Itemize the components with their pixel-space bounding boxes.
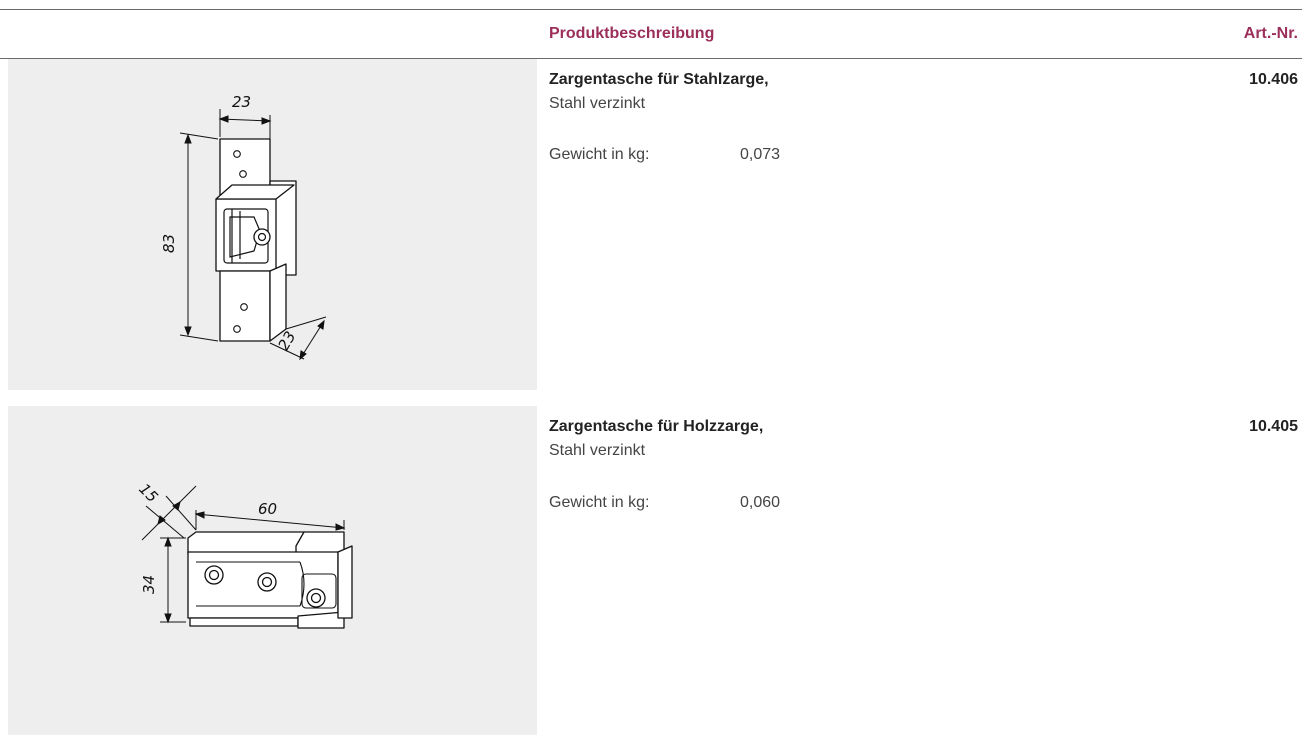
product-page: Produktbeschreibung Art.-Nr. 23 83 23 Za… <box>0 0 1302 735</box>
column-header-article-number: Art.-Nr. <box>1243 25 1298 42</box>
product-row-wood-frame: 60 34 15 Zargentasche für Holzzarge, Sta… <box>0 406 1302 735</box>
product-material: Stahl verzinkt <box>549 442 646 459</box>
product-title: Zargentasche für Holzzarge, <box>549 418 764 435</box>
dimension-length: 60 <box>258 500 277 518</box>
article-number: 10.405 <box>1249 418 1298 435</box>
dimension-width-top: 23 <box>232 93 251 111</box>
product-material: Stahl verzinkt <box>549 95 646 112</box>
dimension-height: 83 <box>160 234 178 253</box>
product-image-panel: 60 34 15 <box>8 406 537 735</box>
steel-frame-pocket-drawing-icon: 23 83 23 <box>160 93 327 361</box>
product-image-panel: 23 83 23 <box>8 59 537 390</box>
table-header: Produktbeschreibung Art.-Nr. <box>0 10 1302 58</box>
wood-frame-pocket-drawing-icon: 60 34 15 <box>135 480 353 629</box>
dimension-height: 34 <box>140 575 158 594</box>
column-header-description: Produktbeschreibung <box>549 25 715 42</box>
product-row-steel-frame: 23 83 23 Zargentasche für Stahlzarge, St… <box>0 59 1302 390</box>
weight-label: Gewicht in kg: <box>549 494 650 511</box>
weight-value: 0,073 <box>740 146 781 163</box>
weight-value: 0,060 <box>740 494 781 511</box>
dimension-depth: 15 <box>135 480 161 506</box>
weight-label: Gewicht in kg: <box>549 146 650 163</box>
product-title: Zargentasche für Stahlzarge, <box>549 71 769 88</box>
article-number: 10.406 <box>1249 71 1298 88</box>
